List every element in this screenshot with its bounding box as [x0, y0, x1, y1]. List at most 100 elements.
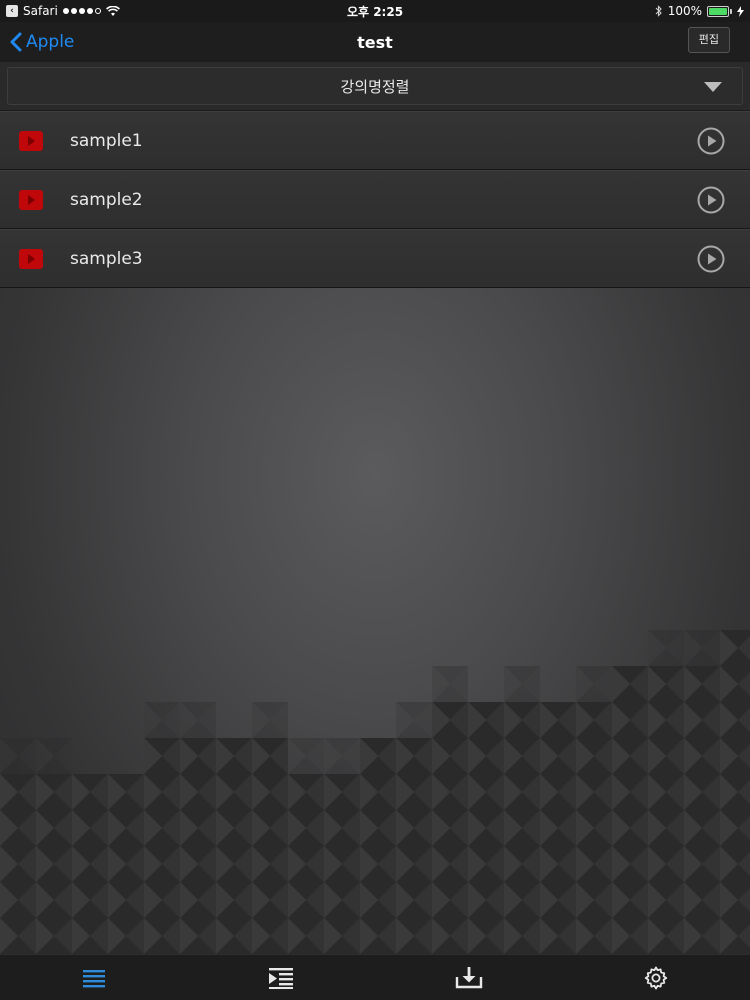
pattern-cell: [648, 882, 684, 918]
pattern-cell: [648, 666, 684, 702]
back-button[interactable]: Apple: [10, 32, 74, 52]
pattern-cell: [0, 774, 36, 810]
pattern-cell: [144, 846, 180, 882]
pattern-cell: [396, 846, 432, 882]
pattern-cell: [504, 666, 540, 702]
pattern-cell: [36, 738, 72, 774]
pattern-cell: [432, 918, 468, 954]
signal-dot: [94, 8, 101, 14]
tab-bar: [0, 954, 750, 1000]
pattern-cell: [432, 738, 468, 774]
list-item[interactable]: sample2: [0, 170, 750, 229]
pattern-cell: [180, 774, 216, 810]
pattern-cell: [252, 810, 288, 846]
pattern-cell: [612, 918, 648, 954]
signal-strength-icon: [62, 8, 101, 14]
list-item[interactable]: sample3: [0, 229, 750, 288]
pattern-cell: [288, 846, 324, 882]
sort-dropdown[interactable]: 강의명정렬: [7, 67, 743, 105]
pattern-cell: [684, 738, 720, 774]
pattern-cell: [144, 918, 180, 954]
pattern-cell: [504, 702, 540, 738]
pattern-cell: [432, 882, 468, 918]
pattern-cell: [504, 810, 540, 846]
list-item-label: sample3: [70, 248, 143, 269]
tab-playlist[interactable]: [221, 955, 341, 1000]
pattern-cell: [396, 702, 432, 738]
pattern-cell: [648, 846, 684, 882]
pattern-cell: [720, 666, 750, 702]
status-bar: ‹ Safari 오후 2:25 100%: [0, 0, 750, 22]
pattern-cell: [324, 918, 360, 954]
pattern-cell: [432, 846, 468, 882]
list-item[interactable]: sample1: [0, 111, 750, 170]
pattern-cell: [468, 810, 504, 846]
back-button-label: Apple: [26, 32, 75, 52]
signal-dot: [78, 8, 85, 14]
pattern-cell: [468, 738, 504, 774]
pattern-cell: [468, 882, 504, 918]
pattern-cell: [252, 738, 288, 774]
play-circle-icon[interactable]: [697, 186, 725, 214]
pattern-cell: [360, 810, 396, 846]
battery-percent: 100%: [667, 4, 702, 18]
pattern-cell: [576, 918, 612, 954]
pattern-cell: [180, 810, 216, 846]
pattern-cell: [612, 738, 648, 774]
charging-icon: [737, 5, 744, 17]
pattern-cell: [720, 846, 750, 882]
pattern-cell: [396, 882, 432, 918]
pattern-cell: [432, 774, 468, 810]
video-file-icon: [19, 130, 43, 151]
pattern-cell: [36, 774, 72, 810]
triangle-down-icon: [704, 82, 722, 92]
pattern-cell: [180, 702, 216, 738]
pattern-cell: [432, 810, 468, 846]
pattern-cell: [396, 918, 432, 954]
pattern-cell: [540, 774, 576, 810]
pattern-cell: [144, 882, 180, 918]
tab-list[interactable]: [34, 955, 154, 1000]
status-app-name[interactable]: Safari: [23, 4, 58, 18]
play-circle-icon[interactable]: [697, 245, 725, 273]
pattern-cell: [684, 774, 720, 810]
edit-button[interactable]: 편집: [687, 27, 730, 53]
pattern-cell: [288, 810, 324, 846]
pattern-cell: [648, 738, 684, 774]
pattern-cell: [360, 738, 396, 774]
pattern-cell: [36, 846, 72, 882]
pattern-cell: [144, 702, 180, 738]
pattern-cell: [72, 774, 108, 810]
battery-fill: [709, 7, 727, 15]
pattern-cell: [612, 846, 648, 882]
pattern-cell: [684, 846, 720, 882]
back-to-app-icon[interactable]: ‹: [6, 5, 18, 17]
pattern-cell: [0, 918, 36, 954]
pattern-cell: [612, 702, 648, 738]
sort-bar: 강의명정렬: [0, 62, 750, 110]
pattern-cell: [288, 918, 324, 954]
pattern-cell: [324, 774, 360, 810]
pattern-cell: [360, 918, 396, 954]
battery-tip: [730, 8, 732, 14]
signal-dot: [86, 8, 93, 14]
tab-settings[interactable]: [596, 955, 716, 1000]
pattern-cell: [612, 882, 648, 918]
pattern-cell: [180, 918, 216, 954]
pattern-cell: [720, 702, 750, 738]
pattern-cell: [540, 810, 576, 846]
pattern-cell: [72, 882, 108, 918]
navigation-bar: Apple test 편집: [0, 22, 750, 62]
pattern-cell: [180, 846, 216, 882]
tab-download[interactable]: [409, 955, 529, 1000]
pattern-cell: [324, 738, 360, 774]
pattern-cell: [180, 738, 216, 774]
pattern-cell: [576, 666, 612, 702]
video-file-icon: [19, 248, 43, 269]
wifi-icon: [105, 5, 120, 16]
play-circle-icon[interactable]: [697, 127, 725, 155]
pattern-cell: [576, 738, 612, 774]
pattern-cell: [360, 846, 396, 882]
pattern-cell: [576, 702, 612, 738]
pattern-cell: [576, 774, 612, 810]
